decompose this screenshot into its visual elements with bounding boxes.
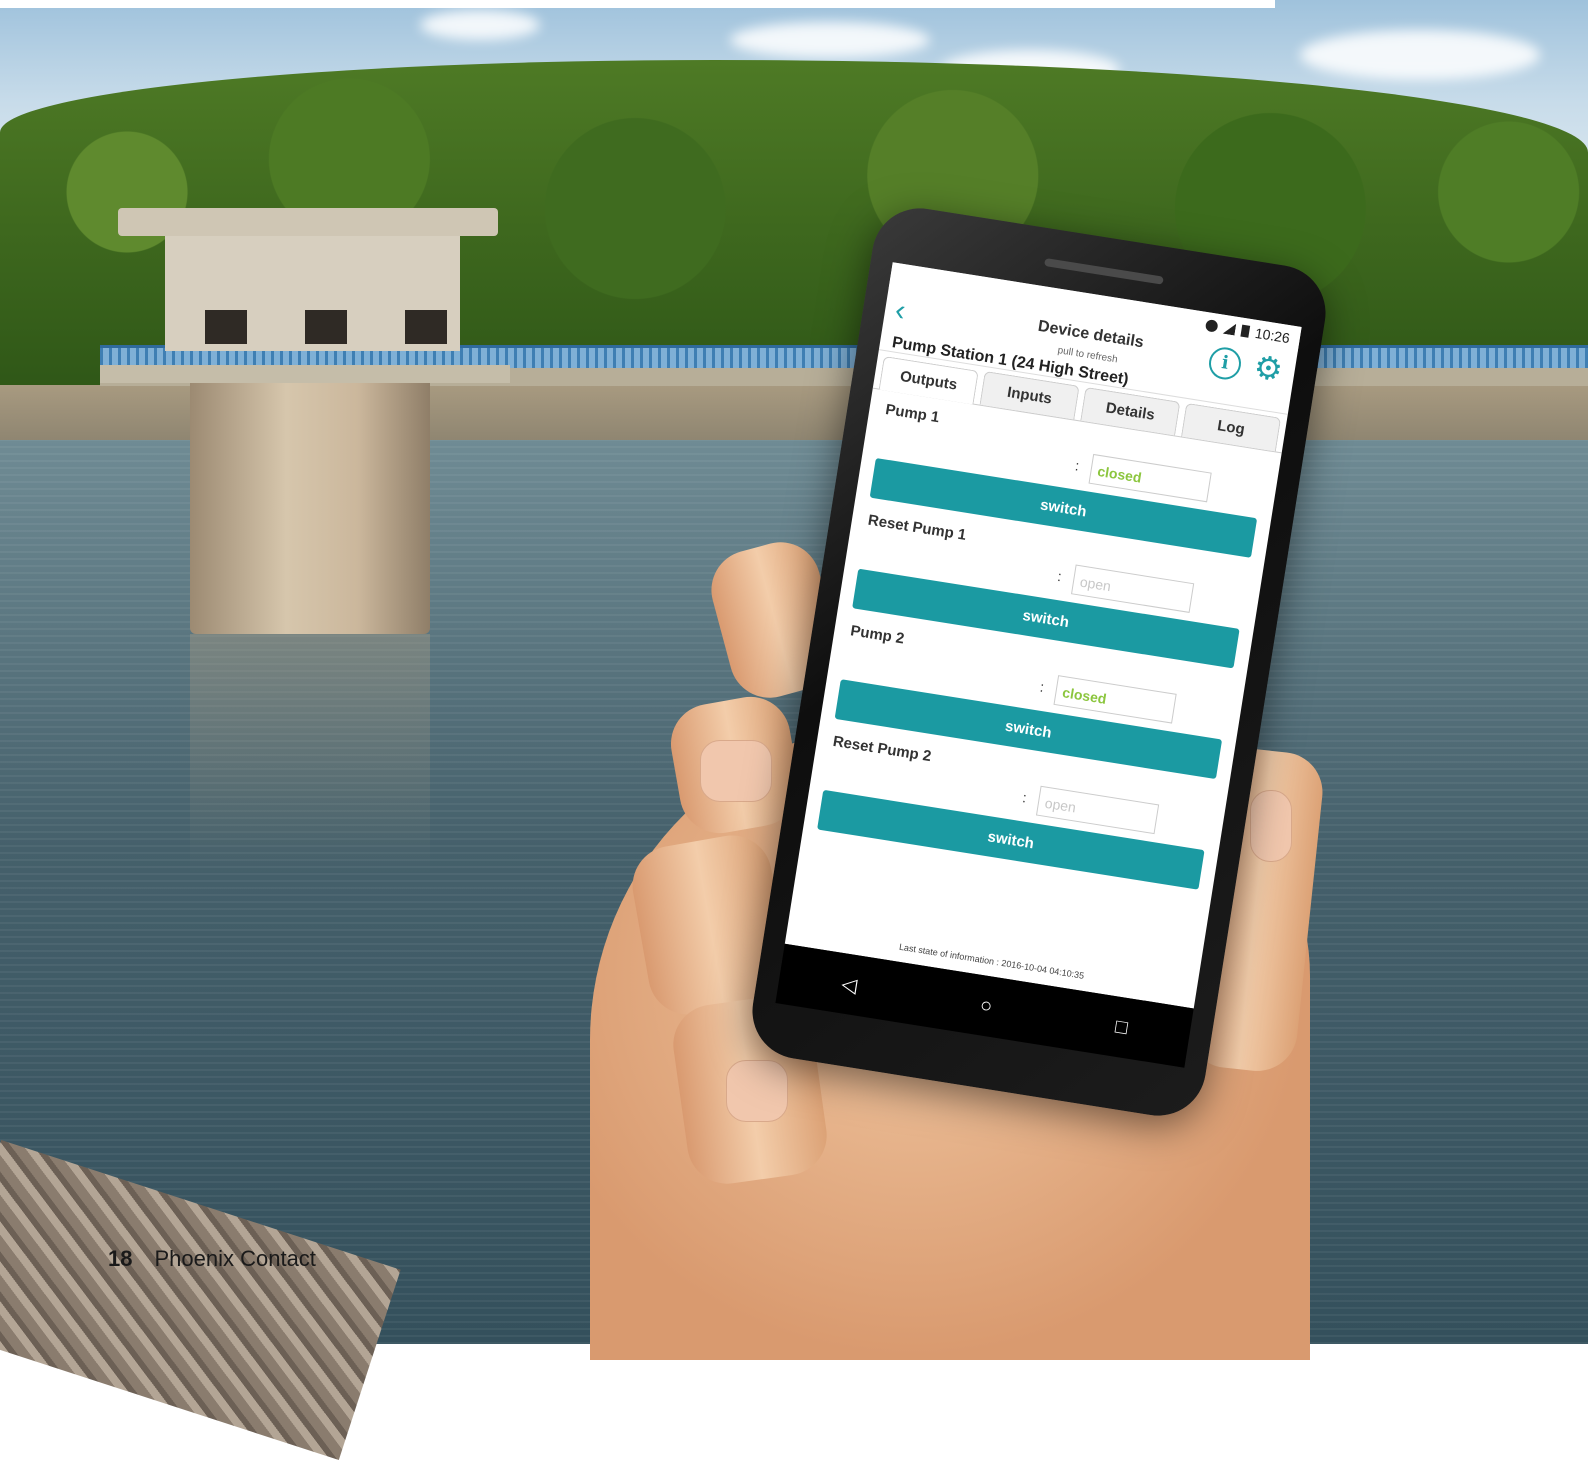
page-caption: 18 Phoenix Contact [108, 1246, 316, 1272]
page-number: 18 [108, 1246, 133, 1271]
tower-window [205, 310, 247, 344]
cloud [1300, 30, 1540, 80]
intake-tower-roof [118, 208, 498, 236]
recents-nav-icon[interactable]: □ [1114, 1015, 1129, 1040]
dnd-icon [1204, 319, 1219, 333]
earpiece-speaker [1044, 258, 1164, 285]
signal-icon [1223, 322, 1237, 336]
separator: : [1021, 789, 1028, 806]
separator: : [1056, 567, 1063, 585]
output-name: Pump 1 [884, 401, 941, 427]
cloud [420, 10, 540, 40]
back-nav-icon[interactable]: ◁ [840, 971, 859, 998]
status-time: 10:26 [1253, 324, 1291, 347]
intake-tower-column [190, 382, 430, 634]
brand-name: Phoenix Contact [154, 1246, 316, 1271]
thumbnail [1250, 790, 1292, 862]
background-photo [0, 0, 1588, 1460]
phone-screen: 10:26 ‹ Device details pull to refresh i… [784, 262, 1302, 1009]
page-edge [0, 0, 1275, 8]
output-name: Pump 2 [849, 622, 906, 648]
gear-icon[interactable]: ⚙ [1251, 348, 1285, 388]
intake-tower-deck [100, 365, 510, 383]
fingernail [700, 740, 772, 802]
tower-window [305, 310, 347, 344]
cloud [730, 22, 930, 58]
separator: : [1073, 457, 1081, 474]
home-nav-icon[interactable]: ○ [978, 994, 994, 1019]
separator: : [1038, 678, 1046, 695]
battery-icon [1240, 324, 1251, 338]
tower-window [405, 310, 447, 344]
outputs-list: Pump 1 : closed switch Reset Pump 1 : op… [802, 389, 1282, 902]
tower-reflection [190, 634, 430, 874]
fingernail [726, 1060, 788, 1122]
